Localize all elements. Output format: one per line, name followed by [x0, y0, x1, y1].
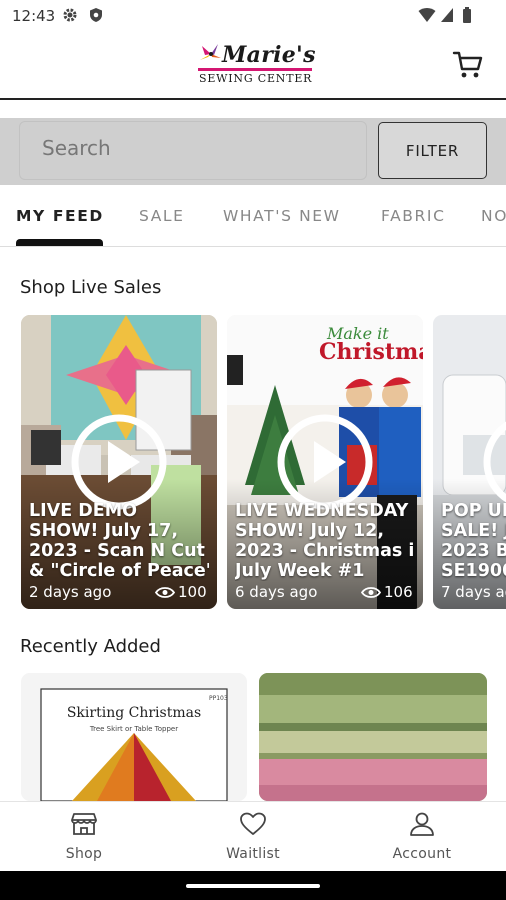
battery-icon	[463, 7, 471, 23]
nav-label: Waitlist	[226, 846, 280, 862]
filter-button[interactable]: FILTER	[378, 122, 487, 179]
title-line: SHOW! July 12,	[235, 521, 384, 541]
nav-label: Account	[392, 846, 452, 862]
product-image	[21, 673, 247, 801]
logo-title: Marie's	[222, 42, 316, 68]
live-sale-title: LIVE DEMO SHOW! July 17, 2023 - Scan N C…	[29, 501, 209, 581]
cart-icon[interactable]	[452, 50, 484, 80]
eye-icon	[155, 587, 175, 598]
search-input[interactable]: Search	[19, 121, 367, 180]
home-gesture-handle[interactable]	[186, 884, 320, 888]
active-tab-indicator	[16, 239, 103, 246]
title-line: 2023 - Scan N Cut	[29, 541, 205, 561]
live-sale-card[interactable]: POP UP SALE! J 2023 B SE1900 7 days ag	[433, 315, 506, 609]
eye-icon	[361, 587, 381, 598]
brand-logo[interactable]: Marie's SEWING CENTER	[196, 40, 316, 90]
live-sale-title: LIVE WEDNESDAY SHOW! July 12, 2023 - Chr…	[235, 501, 415, 581]
person-icon	[410, 812, 434, 836]
shield-icon	[90, 8, 102, 22]
product-code: PP103	[209, 695, 228, 702]
recently-added-heading: Recently Added	[20, 636, 161, 657]
wifi-icon	[418, 8, 436, 22]
posted-ago: 2 days ago	[29, 583, 112, 601]
title-line: 2023 B	[441, 541, 506, 561]
tab-notions[interactable]: NO	[481, 207, 506, 225]
signal-icon	[441, 8, 453, 22]
play-icon[interactable]	[482, 413, 506, 511]
title-line: SE1900	[441, 561, 506, 581]
nav-waitlist[interactable]: Waitlist	[193, 802, 313, 872]
nav-shop[interactable]: Shop	[24, 802, 144, 872]
tab-sale[interactable]: SALE	[139, 207, 185, 225]
title-line: July Week #1	[235, 561, 365, 581]
title-line: SALE! J	[441, 521, 506, 541]
live-sale-title: POP UP SALE! J 2023 B SE1900	[441, 501, 506, 581]
posted-ago: 7 days ag	[441, 583, 506, 601]
status-time: 12:43	[12, 7, 56, 25]
app-header: Marie's SEWING CENTER	[0, 32, 506, 100]
play-icon[interactable]	[276, 413, 374, 511]
product-subtitle: Tree Skirt or Table Topper	[89, 725, 179, 733]
bottom-navigation: Shop Waitlist Account	[0, 801, 506, 871]
title-line: SHOW! July 17,	[29, 521, 178, 541]
title-line: 2023 - Christmas in	[235, 541, 415, 561]
product-card[interactable]	[259, 673, 487, 801]
settings-icon	[63, 8, 77, 22]
svg-text:Christmas: Christmas	[319, 339, 423, 365]
title-line: LIVE DEMO	[29, 501, 138, 521]
product-image	[259, 673, 487, 801]
tab-fabric[interactable]: FABRIC	[381, 207, 446, 225]
product-title: Skirting Christmas	[66, 705, 202, 721]
title-line: POP UP	[441, 501, 506, 521]
tab-my-feed[interactable]: MY FEED	[16, 207, 104, 225]
nav-account[interactable]: Account	[362, 802, 482, 872]
system-gesture-bar	[0, 871, 506, 900]
title-line: LIVE WEDNESDAY	[235, 501, 409, 521]
live-sale-card[interactable]: Make it Christmas LIVE WEDNESDAY SHOW! J…	[227, 315, 423, 609]
store-icon	[71, 813, 97, 835]
play-icon[interactable]	[70, 413, 168, 511]
search-bar: Search FILTER	[0, 118, 506, 185]
status-bar: 12:43	[0, 0, 506, 32]
view-count: 106	[384, 583, 413, 601]
heart-icon	[240, 812, 266, 835]
posted-ago: 6 days ago	[235, 583, 318, 601]
title-line: & "Circle of Peace"	[29, 561, 209, 581]
tab-whats-new[interactable]: WHAT'S NEW	[223, 207, 341, 225]
category-tabs: MY FEED SALE WHAT'S NEW FABRIC NO	[0, 195, 506, 247]
logo-underline	[198, 68, 312, 71]
nav-label: Shop	[65, 846, 103, 862]
product-card[interactable]: Skirting Christmas Tree Skirt or Table T…	[21, 673, 247, 801]
view-count: 100	[178, 583, 207, 601]
logo-subtitle: SEWING CENTER	[199, 72, 313, 85]
live-sales-heading: Shop Live Sales	[20, 277, 162, 298]
live-sale-card[interactable]: LIVE DEMO SHOW! July 17, 2023 - Scan N C…	[21, 315, 217, 609]
